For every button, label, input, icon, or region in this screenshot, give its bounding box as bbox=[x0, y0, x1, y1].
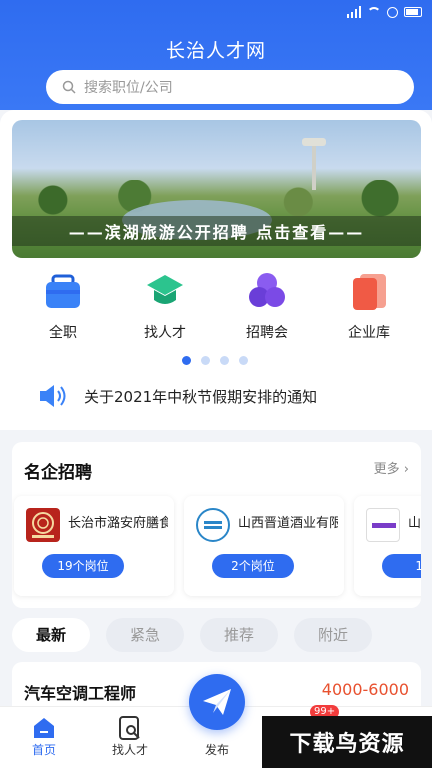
graduation-cap-icon bbox=[146, 272, 184, 310]
signal-icon bbox=[346, 6, 361, 18]
quick-entry-job-fair[interactable]: 招聘会 bbox=[216, 272, 318, 344]
header: 长治人才网 搜索职位/公司 bbox=[0, 0, 432, 110]
more-link[interactable]: 更多 › bbox=[374, 458, 409, 477]
section-title: 名企招聘 bbox=[24, 463, 92, 483]
pager-dot[interactable] bbox=[201, 356, 210, 365]
notice-text: 关于2021年中秋节假期安排的通知 bbox=[84, 387, 318, 406]
app-title: 长治人才网 bbox=[165, 41, 266, 62]
job-title: 汽车空调工程师 bbox=[24, 684, 137, 703]
tab-label: 首页 bbox=[31, 743, 56, 757]
wifi-icon bbox=[367, 7, 381, 17]
tab-latest[interactable]: 最新 bbox=[12, 618, 90, 652]
famous-companies-section: 名企招聘 更多 › 长治市潞安府膳食 19个岗位 山西晋道酒业有限 2个岗位 山… bbox=[12, 442, 421, 608]
pager-dot[interactable] bbox=[220, 356, 229, 365]
banner-pager bbox=[182, 356, 248, 365]
building-card-icon bbox=[350, 272, 388, 310]
quick-entry-label: 招聘会 bbox=[246, 325, 288, 341]
banner[interactable]: ——滨湖旅游公开招聘 点击查看—— bbox=[12, 120, 421, 258]
publish-button[interactable] bbox=[189, 674, 245, 730]
quick-entry-company-library[interactable]: 企业库 bbox=[318, 272, 420, 344]
positions-button[interactable]: 14 bbox=[382, 554, 421, 578]
search-placeholder: 搜索职位/公司 bbox=[84, 80, 173, 96]
positions-button[interactable]: 2个岗位 bbox=[212, 554, 294, 578]
speaker-icon bbox=[40, 385, 66, 407]
tab-label: 找人才 bbox=[111, 743, 148, 757]
quick-entry-label: 企业库 bbox=[348, 325, 390, 341]
company-name: 山西晋道酒业有限 bbox=[238, 516, 338, 531]
tab-urgent[interactable]: 紧急 bbox=[106, 618, 184, 652]
circles-icon bbox=[248, 272, 286, 310]
chevron-right-icon: › bbox=[403, 462, 409, 477]
job-salary: 4000-6000 bbox=[321, 680, 409, 699]
resume-search-icon bbox=[119, 716, 140, 740]
quick-entry-label: 找人才 bbox=[144, 325, 186, 341]
watermark: 下载鸟资源 bbox=[262, 716, 432, 768]
home-icon bbox=[34, 718, 54, 738]
pager-dot[interactable] bbox=[182, 356, 191, 365]
company-name: 山 bbox=[408, 516, 421, 531]
tab-find-talent[interactable]: 找人才 bbox=[100, 715, 160, 758]
tab-nearby[interactable]: 附近 bbox=[294, 618, 372, 652]
quick-entry-find-talent[interactable]: 找人才 bbox=[114, 272, 216, 344]
quick-entry-label: 全职 bbox=[49, 325, 77, 341]
company-card[interactable]: 山西晋道酒业有限 2个岗位 bbox=[184, 496, 344, 596]
positions-button[interactable]: 19个岗位 bbox=[42, 554, 124, 578]
company-logo bbox=[196, 508, 230, 542]
more-label: 更多 bbox=[373, 462, 400, 477]
tab-publish[interactable]: 发布 bbox=[187, 741, 247, 758]
company-name: 长治市潞安府膳食 bbox=[68, 516, 168, 531]
pager-dot[interactable] bbox=[239, 356, 248, 365]
search-icon bbox=[62, 80, 76, 94]
company-logo bbox=[26, 508, 60, 542]
briefcase-icon bbox=[44, 272, 82, 310]
tab-home[interactable]: 首页 bbox=[14, 715, 74, 758]
paper-plane-icon bbox=[203, 689, 231, 715]
search-input[interactable]: 搜索职位/公司 bbox=[46, 70, 414, 104]
battery-icon bbox=[404, 7, 422, 17]
banner-caption: ——滨湖旅游公开招聘 点击查看—— bbox=[12, 216, 421, 246]
notice-bar[interactable]: 关于2021年中秋节假期安排的通知 bbox=[38, 378, 317, 414]
company-card[interactable]: 山 14 bbox=[354, 496, 421, 596]
company-card[interactable]: 长治市潞安府膳食 19个岗位 bbox=[14, 496, 174, 596]
quick-entries: 全职 找人才 招聘会 企业库 bbox=[0, 272, 432, 344]
tab-label: 发布 bbox=[204, 743, 229, 757]
job-filter-tabs: 最新 紧急 推荐 附近 bbox=[12, 618, 421, 652]
tab-recommended[interactable]: 推荐 bbox=[200, 618, 278, 652]
company-logo bbox=[366, 508, 400, 542]
status-bar bbox=[346, 4, 422, 20]
quick-entry-fulltime[interactable]: 全职 bbox=[12, 272, 114, 344]
alarm-icon bbox=[387, 6, 398, 18]
